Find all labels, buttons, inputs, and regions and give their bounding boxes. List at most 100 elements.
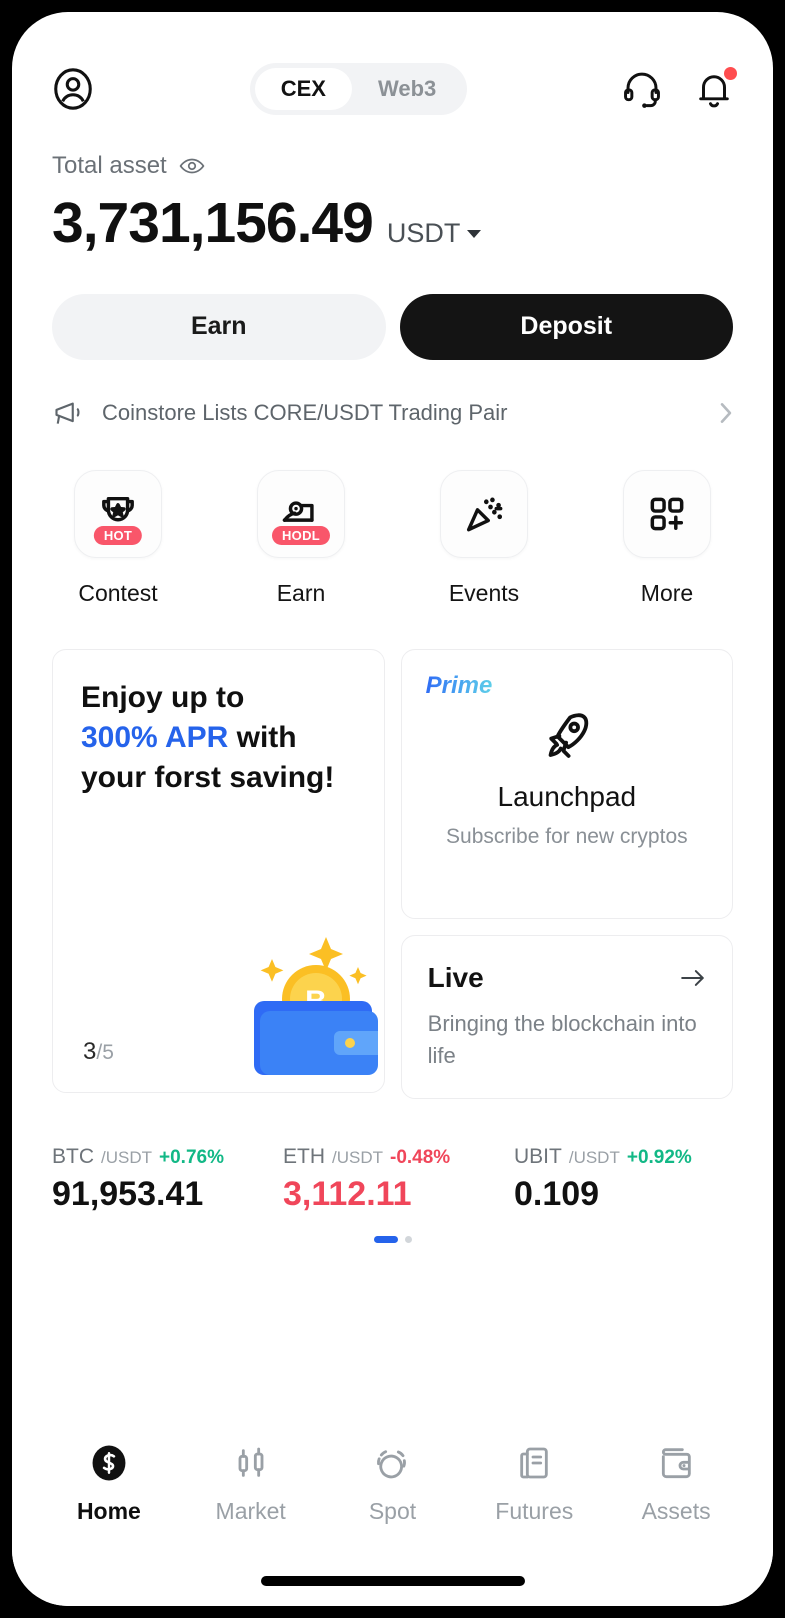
home-indicator	[260, 1576, 525, 1586]
announcement-banner[interactable]: Coinstore Lists CORE/USDT Trading Pair	[12, 360, 773, 428]
ticker-eth-price: 3,112.11	[283, 1174, 412, 1213]
quick-action-events[interactable]: Events	[440, 469, 528, 607]
events-tile[interactable]	[440, 469, 528, 558]
nav-label-assets: Assets	[641, 1498, 711, 1524]
arrow-right-icon[interactable]	[680, 968, 706, 988]
total-asset-block: Total asset 3,731,156.49 USDT	[12, 124, 773, 254]
home-logo-icon	[88, 1442, 130, 1484]
earn-button[interactable]: Earn	[52, 293, 386, 360]
total-asset-label: Total asset	[52, 152, 167, 179]
saving-promo-card[interactable]: Enjoy up to 300% APR with your forst sav…	[52, 648, 385, 1093]
candlestick-icon	[230, 1442, 272, 1484]
ticker-eth-quote: /USDT	[332, 1147, 383, 1167]
nav-label-spot: Spot	[368, 1498, 417, 1524]
ticker-btc-header: BTC/USDT +0.76%	[52, 1145, 271, 1169]
launchpad-subtitle: Subscribe for new cryptos	[446, 824, 688, 848]
ticker-btc-price: 91,953.41	[52, 1174, 204, 1213]
rocket-icon	[540, 708, 594, 767]
nav-label-futures: Futures	[495, 1498, 574, 1524]
launchpad-card[interactable]: Prime Launchpad Subscribe for new crypto…	[400, 648, 733, 919]
spot-trade-icon	[371, 1442, 413, 1484]
prime-tag: Prime	[425, 671, 493, 699]
nav-item-futures[interactable]: Futures	[474, 1442, 594, 1525]
total-asset-amount: 3,731,156.49	[52, 191, 374, 255]
ticker-pagination[interactable]	[12, 1235, 773, 1243]
live-card[interactable]: Live Bringing the blockchain into life	[400, 934, 733, 1099]
total-asset-label-row: Total asset	[52, 152, 733, 180]
launchpad-title: Launchpad	[497, 780, 637, 812]
tab-web3[interactable]: Web3	[352, 68, 462, 110]
phone-frame: CEX Web3 Total asset 3,731,156.49 USDT E…	[0, 0, 785, 1618]
ticker-btc-quote: /USDT	[101, 1147, 152, 1167]
ticker-ubit[interactable]: UBIT/USDT +0.92% 0.109	[514, 1145, 733, 1214]
quick-action-label-events: Events	[448, 579, 520, 606]
contest-tile[interactable]: HOT	[74, 469, 162, 558]
live-subtitle: Bringing the blockchain into life	[427, 1010, 697, 1068]
live-card-header: Live	[428, 962, 706, 994]
quick-action-more[interactable]: More	[623, 469, 711, 607]
promo-page-total: /5	[96, 1040, 114, 1064]
pagination-dot-active[interactable]	[373, 1235, 398, 1243]
ticker-ubit-quote: /USDT	[568, 1147, 620, 1167]
more-tile[interactable]	[623, 469, 711, 558]
saving-promo-headline: Enjoy up to 300% APR with your forst sav…	[81, 678, 356, 798]
market-tickers: BTC/USDT +0.76% 91,953.41 ETH/USDT -0.48…	[12, 1099, 773, 1214]
ticker-ubit-header: UBIT/USDT +0.92%	[514, 1145, 733, 1169]
quick-action-label-earn: Earn	[276, 579, 326, 606]
saving-line-1: Enjoy up to	[81, 680, 245, 714]
pagination-dot[interactable]	[404, 1235, 412, 1243]
wallet-icon	[655, 1442, 697, 1484]
ticker-ubit-base: UBIT	[514, 1144, 562, 1168]
grid-plus-icon	[650, 497, 684, 531]
header-actions	[621, 67, 737, 110]
total-asset-amount-row: 3,731,156.49 USDT	[52, 191, 733, 255]
nav-item-home[interactable]: Home	[49, 1442, 169, 1525]
nav-item-assets[interactable]: Assets	[616, 1442, 736, 1525]
tab-cex[interactable]: CEX	[254, 68, 352, 110]
ticker-btc-base: BTC	[52, 1144, 94, 1168]
chevron-right-icon	[719, 402, 733, 424]
ticker-eth-header: ETH/USDT -0.48%	[283, 1145, 502, 1169]
quick-action-earn[interactable]: HODL Earn	[257, 469, 345, 607]
primary-actions: Earn Deposit	[12, 254, 773, 360]
saving-line-2-tail: with	[228, 720, 297, 754]
bell-icon[interactable]	[693, 67, 737, 110]
earn-badge: HODL	[271, 525, 331, 545]
contest-badge: HOT	[93, 525, 143, 545]
megaphone-icon	[52, 398, 86, 428]
promo-page-counter: 3/5	[83, 1038, 114, 1066]
ticker-eth-base: ETH	[283, 1144, 325, 1168]
announcement-text: Coinstore Lists CORE/USDT Trading Pair	[102, 399, 508, 425]
user-avatar-icon[interactable]	[50, 66, 96, 112]
deposit-button[interactable]: Deposit	[399, 293, 733, 360]
promo-right-column: Prime Launchpad Subscribe for new crypto…	[400, 648, 733, 1099]
nav-item-spot[interactable]: Spot	[332, 1442, 452, 1525]
confetti-icon	[466, 497, 503, 532]
nav-label-home: Home	[76, 1498, 141, 1524]
ticker-btc-change: +0.76%	[159, 1146, 224, 1168]
currency-selector[interactable]: USDT	[387, 218, 482, 249]
ticker-ubit-price: 0.109	[514, 1174, 600, 1213]
quick-action-label-contest: Contest	[78, 579, 158, 606]
promo-section: Enjoy up to 300% APR with your forst sav…	[12, 607, 773, 1099]
cex-web3-toggle[interactable]: CEX Web3	[249, 63, 468, 115]
ticker-eth[interactable]: ETH/USDT -0.48% 3,112.11	[283, 1145, 502, 1214]
nav-item-market[interactable]: Market	[191, 1442, 311, 1525]
ticker-ubit-change: +0.92%	[626, 1146, 692, 1168]
chevron-down-icon	[467, 229, 482, 238]
ticker-eth-change: -0.48%	[390, 1146, 451, 1168]
quick-action-label-more: More	[640, 579, 694, 606]
saving-line-3: your forst saving!	[81, 760, 335, 794]
notification-badge-dot	[724, 67, 737, 80]
earn-tile[interactable]: HODL	[257, 469, 345, 558]
nav-label-market: Market	[215, 1498, 286, 1524]
ticker-btc[interactable]: BTC/USDT +0.76% 91,953.41	[52, 1145, 271, 1214]
app-screen: CEX Web3 Total asset 3,731,156.49 USDT E…	[12, 12, 773, 1606]
app-header: CEX Web3	[12, 12, 773, 124]
saving-highlight: 300% APR	[81, 720, 229, 754]
eye-icon[interactable]	[179, 157, 205, 175]
headset-icon[interactable]	[621, 68, 663, 110]
quick-action-contest[interactable]: HOT Contest	[74, 469, 162, 607]
promo-page-current: 3	[83, 1037, 97, 1065]
document-icon	[513, 1442, 555, 1484]
